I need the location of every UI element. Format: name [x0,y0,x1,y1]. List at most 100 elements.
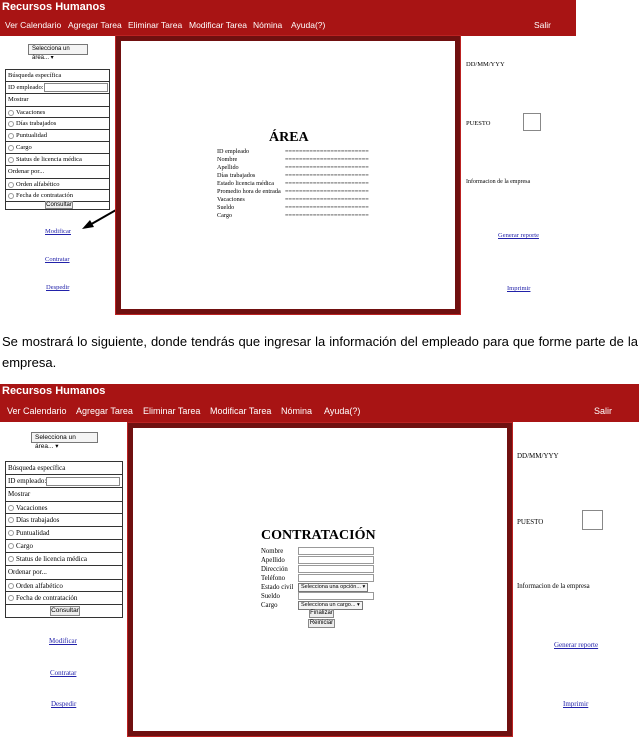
option-position-radio[interactable] [8,543,14,550]
field-label: ID empleado [217,148,250,155]
employee-id-input[interactable] [43,83,108,93]
address-label: Dirección [261,566,288,573]
option-label: Status de licencia médica [16,156,82,163]
option-label: Puntualidad [16,132,48,139]
nav-modify-task[interactable]: Modificar Tarea [189,20,247,30]
option-vacations-radio[interactable] [8,505,14,512]
position-label: PUESTO [517,518,544,526]
option-medical-leave-radio[interactable] [8,156,14,163]
area-select[interactable]: Selecciona un área... ▾ [28,44,88,61]
reset-button[interactable]: Reiniciar [308,619,335,628]
field-value: ======================== [285,204,369,211]
option-position[interactable]: Cargo [6,142,109,154]
option-days-worked[interactable]: Días trabajados [6,514,122,527]
nav-delete-task[interactable]: Eliminar Tarea [128,20,182,30]
option-vacations-radio[interactable] [8,109,14,116]
consult-button[interactable]: Consultar [50,606,80,616]
print-link[interactable]: Imprimir [507,285,530,292]
nav-help[interactable]: Ayuda(?) [324,406,360,416]
field-row: Nombre ======================== [217,156,369,164]
option-days-worked[interactable]: Días trabajados [6,118,109,130]
option-medical-leave[interactable]: Status de licencia médica [6,553,122,566]
field-label: Estado licencia médica [217,180,275,187]
nav-help[interactable]: Ayuda(?) [291,20,325,30]
form-row: Teléfono [261,574,374,583]
order-hire-date[interactable]: Fecha de contratación [6,592,122,605]
field-label: Cargo [217,212,233,219]
surname-label: Apellido [261,557,285,564]
option-position[interactable]: Cargo [6,540,122,553]
nav-view-calendar[interactable]: Ver Calendario [5,20,61,30]
order-by-label: Ordenar por... [8,168,45,175]
phone-input[interactable] [298,574,374,583]
employee-id-label: ID empleado: [8,84,44,91]
nav-add-task[interactable]: Agregar Tarea [68,20,122,30]
option-medical-leave[interactable]: Status de licencia médica [6,154,109,166]
name-input[interactable] [298,547,374,556]
civil-status-select[interactable]: Selecciona una opción... ▾ [298,583,369,592]
caption-text: Se mostrará lo siguiente, donde tendrás … [2,334,638,370]
option-punctuality[interactable]: Puntualidad [6,130,109,142]
name-label: Nombre [261,548,284,555]
option-vacations[interactable]: Vacaciones [6,501,122,514]
main-nav: Ver Calendario Agregar Tarea Eliminar Ta… [0,18,576,36]
option-label: Cargo [16,542,33,550]
show-label: Mostrar [8,96,29,103]
finish-button[interactable]: Finalizar [309,609,334,618]
company-info-label: Informacion de la empresa [466,179,531,185]
address-input[interactable] [298,565,374,574]
hire-link[interactable]: Contratar [45,256,70,263]
option-medical-leave-radio[interactable] [8,556,14,563]
order-alphabetical[interactable]: Orden alfabético [6,579,122,592]
order-alphabetical-radio[interactable] [8,583,14,590]
specific-search-label: Búsqueda específica [6,70,109,82]
order-alphabetical-radio[interactable] [8,181,14,188]
nav-delete-task[interactable]: Eliminar Tarea [143,406,200,416]
fire-link[interactable]: Despedir [51,700,76,708]
field-value: ======================== [285,164,369,171]
option-position-radio[interactable] [8,144,14,151]
app-title: Recursos Humanos [2,1,106,13]
field-label: Promedio hora de entrada [217,188,281,195]
nav-view-calendar[interactable]: Ver Calendario [7,406,67,416]
fire-link[interactable]: Despedir [46,284,69,291]
top-navbar: Recursos Humanos Ver Calendario Agregar … [0,384,639,422]
surname-input[interactable] [298,556,374,565]
option-days-worked-radio[interactable] [8,120,14,127]
option-punctuality-radio[interactable] [8,530,14,537]
print-link[interactable]: Imprimir [563,700,588,708]
generate-report-link[interactable]: Generar reporte [554,641,598,649]
option-label: Cargo [16,144,32,151]
employee-id-row: ID empleado: [6,82,109,94]
generate-report-link[interactable]: Generar reporte [498,232,539,239]
consult-button[interactable]: Consultar [45,201,73,209]
area-select-value: Selecciona un área... [35,434,76,450]
modify-link[interactable]: Modificar [45,228,71,235]
order-hire-date-radio[interactable] [8,595,14,602]
salary-input[interactable] [298,592,374,601]
order-label: Fecha de contratación [16,192,74,199]
form-row: Sueldo [261,592,374,601]
company-info-label: Informacion de la empresa [517,583,590,590]
option-punctuality[interactable]: Puntualidad [6,527,122,540]
nav-payroll[interactable]: Nómina [253,20,282,30]
nav-modify-task[interactable]: Modificar Tarea [210,406,271,416]
order-by-label: Ordenar por... [8,568,47,576]
hire-link[interactable]: Contratar [50,669,76,677]
option-punctuality-radio[interactable] [8,132,14,139]
option-vacations[interactable]: Vacaciones [6,106,109,118]
nav-payroll[interactable]: Nómina [281,406,312,416]
order-hire-date-radio[interactable] [8,192,14,199]
field-label: Sueldo [217,204,235,211]
position-select-value: Selecciona un cargo... [301,602,356,608]
option-days-worked-radio[interactable] [8,517,14,524]
employee-id-input[interactable] [46,476,121,486]
nav-add-task[interactable]: Agregar Tarea [76,406,133,416]
civil-status-select-value: Selecciona una opción... [301,584,361,590]
date-label: DD/MM/YYY [466,61,505,68]
logout-link[interactable]: Salir [594,406,612,416]
area-select-value: Selecciona un área... [32,46,70,61]
area-select[interactable]: Selecciona un área... ▾ [31,432,98,450]
modify-link[interactable]: Modificar [49,637,77,645]
logout-link[interactable]: Salir [534,20,551,30]
